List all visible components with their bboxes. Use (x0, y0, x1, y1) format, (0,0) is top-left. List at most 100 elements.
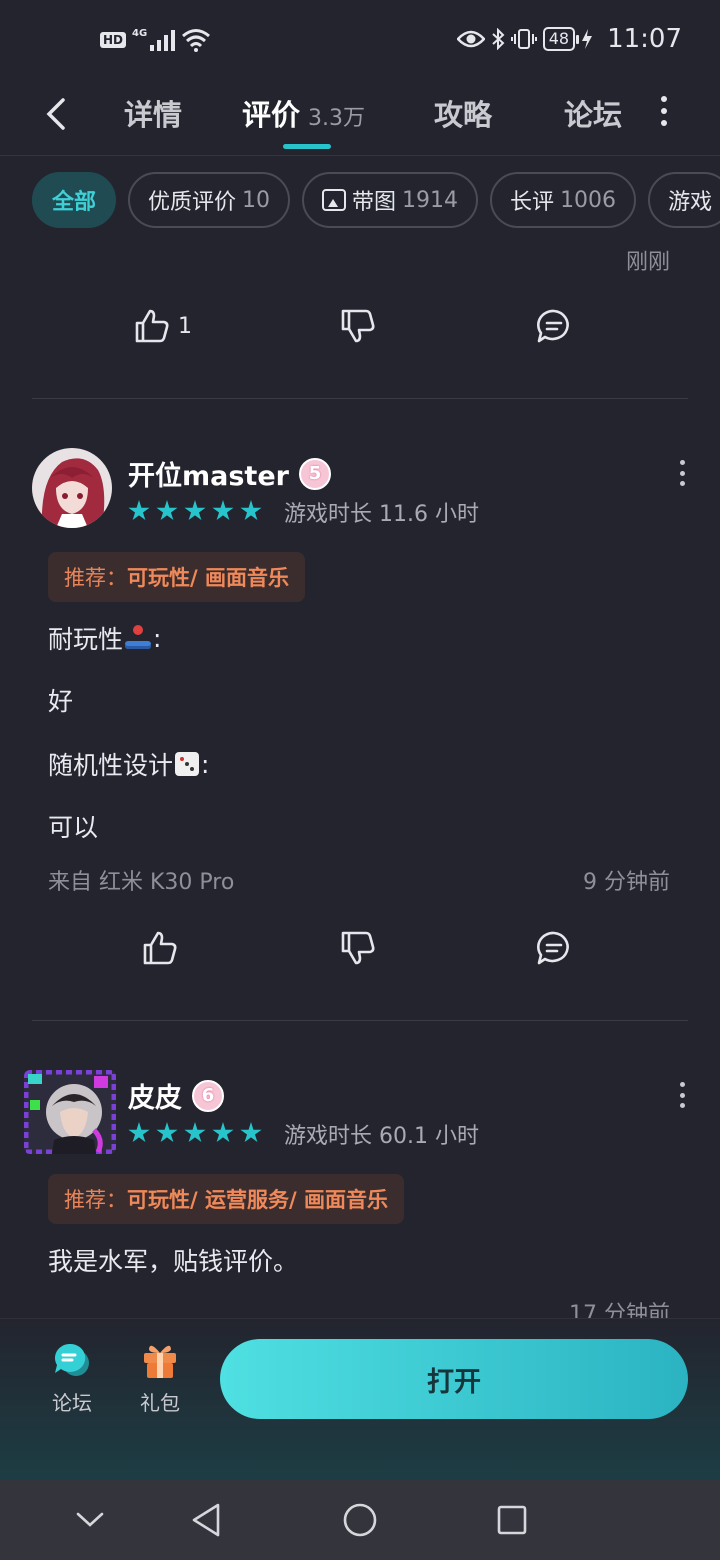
review-text: : (201, 749, 210, 779)
star-icon (240, 500, 262, 521)
wifi-icon (182, 29, 211, 52)
username[interactable]: 开位master 5 (128, 454, 331, 493)
dice-icon (175, 752, 200, 776)
username-text: 皮皮 (128, 1083, 182, 1114)
review-body-line: 好 (48, 682, 73, 718)
gift-shortcut[interactable]: 礼包 (130, 1341, 190, 1416)
recommend-tag: 推荐： 可玩性/ 画面音乐 (48, 552, 305, 602)
tab-guides[interactable]: 攻略 (434, 92, 492, 134)
username[interactable]: 皮皮 6 (128, 1076, 224, 1115)
network-type: 4G (132, 27, 148, 39)
gift-icon (144, 1345, 176, 1378)
review-text: 耐玩性 (48, 625, 124, 654)
star-icon (128, 500, 150, 521)
star-icon (212, 1122, 234, 1143)
avatar[interactable] (24, 1070, 116, 1154)
recommend-tags: 可玩性/ 运营服务/ 画面音乐 (127, 1188, 388, 1212)
clock: 11:07 (607, 24, 682, 54)
joystick-icon (125, 625, 152, 651)
charging-icon (582, 29, 593, 49)
dislike-button[interactable] (340, 308, 376, 344)
review-body-line: 我是水军，贴钱评价。 (48, 1242, 298, 1278)
filter-chip-quality[interactable]: 优质评价 10 (128, 172, 291, 228)
hd-badge: HD (100, 32, 127, 48)
filter-chip-long-reviews[interactable]: 长评 1006 (490, 172, 637, 228)
system-navigation-bar (0, 1480, 720, 1560)
star-icon (184, 1122, 206, 1143)
review-text: 好 (48, 687, 74, 716)
star-icon (212, 500, 234, 521)
status-bar: HD 4G 48 11:07 (0, 0, 720, 84)
review-body-line: 可以 (48, 808, 98, 844)
review-actions: 1 (0, 302, 720, 362)
divider (32, 398, 688, 399)
playtime: 游戏时长 11.6 小时 (284, 502, 479, 527)
like-button[interactable] (142, 930, 178, 966)
thumbs-down-icon (341, 931, 375, 965)
username-text: 开位master (128, 461, 289, 492)
open-game-button[interactable]: 打开 (220, 1339, 688, 1419)
filter-chip-game[interactable]: 游戏 (648, 172, 720, 228)
filter-chip-count: 1006 (560, 187, 617, 213)
forum-shortcut[interactable]: 论坛 (42, 1341, 102, 1416)
active-tab-indicator (283, 144, 331, 149)
more-options-button[interactable] (650, 96, 678, 126)
review-text: 可以 (48, 813, 99, 842)
comment-button[interactable] (536, 308, 572, 344)
hide-keyboard-button[interactable] (70, 1500, 110, 1540)
recommend-label: 推荐： (64, 1188, 127, 1212)
square-recents-icon (497, 1505, 527, 1535)
star-rating (128, 500, 262, 522)
review-body-line: 随机性设计 : (48, 746, 209, 782)
thumbs-down-icon (341, 309, 375, 343)
star-icon (156, 500, 178, 521)
dislike-button[interactable] (340, 930, 376, 966)
chevron-left-icon (46, 98, 65, 130)
review-text: : (153, 623, 162, 653)
filter-chip-all[interactable]: 全部 (32, 172, 117, 228)
triangle-back-icon (192, 1503, 220, 1537)
review-timestamp: 刚刚 (625, 250, 670, 275)
review-card: 开位master 5 游戏时长 11.6 小时 推荐： 可玩性/ 画面音乐 耐玩性… (0, 448, 720, 1020)
image-icon (322, 189, 347, 211)
filter-chip-label: 游戏 (668, 190, 713, 215)
battery-indicator: 48 (542, 27, 580, 51)
bottom-action-bar: 论坛 礼包 打开 (0, 1318, 720, 1480)
bluetooth-icon (492, 28, 505, 50)
review-timestamp: 9 分钟前 (583, 870, 670, 895)
comment-icon (537, 309, 569, 343)
comment-icon (537, 931, 569, 965)
filter-chip-with-images[interactable]: 带图 1914 (302, 172, 479, 228)
avatar-image (24, 1070, 116, 1154)
review-filter-chips: 全部 优质评价 10 带图 1914 长评 1006 游戏 (32, 172, 720, 228)
filter-chip-count: 1914 (402, 187, 459, 213)
system-home-button[interactable] (340, 1500, 380, 1540)
tab-forum[interactable]: 论坛 (564, 92, 622, 134)
tab-details[interactable]: 详情 (124, 92, 182, 134)
like-button[interactable]: 1 (134, 308, 192, 344)
recommend-tags: 可玩性/ 画面音乐 (127, 566, 289, 590)
thumbs-up-icon (143, 931, 177, 965)
system-recents-button[interactable] (492, 1500, 532, 1540)
system-back-button[interactable] (186, 1500, 226, 1540)
avatar[interactable] (32, 448, 112, 528)
back-button[interactable] (36, 90, 76, 138)
review-body-line: 耐玩性 : (48, 620, 161, 656)
star-icon (184, 500, 206, 521)
device-info: 来自 红米 K30 Pro (48, 870, 235, 895)
thumbs-up-icon (135, 309, 169, 343)
review-more-button[interactable] (674, 460, 690, 486)
review-actions (0, 924, 720, 984)
star-rating (128, 1122, 262, 1144)
review-timestamp: 17 分钟前 (569, 1302, 670, 1318)
playtime: 游戏时长 60.1 小时 (284, 1124, 479, 1149)
review-more-button[interactable] (674, 1082, 690, 1108)
tab-reviews[interactable]: 评价 3.3万 (242, 92, 365, 134)
review-card: 皮皮 6 游戏时长 60.1 小时 推荐： 可玩性/ 运营服务/ 画面音乐 我是水… (0, 1070, 720, 1318)
comment-button[interactable] (536, 930, 572, 966)
gift-shortcut-label: 礼包 (140, 1391, 180, 1415)
filter-chip-label: 优质评价 (148, 190, 237, 215)
tab-reviews-label: 评价 (242, 98, 301, 132)
recommend-tag: 推荐： 可玩性/ 运营服务/ 画面音乐 (48, 1174, 404, 1224)
forum-icon (54, 1343, 89, 1376)
